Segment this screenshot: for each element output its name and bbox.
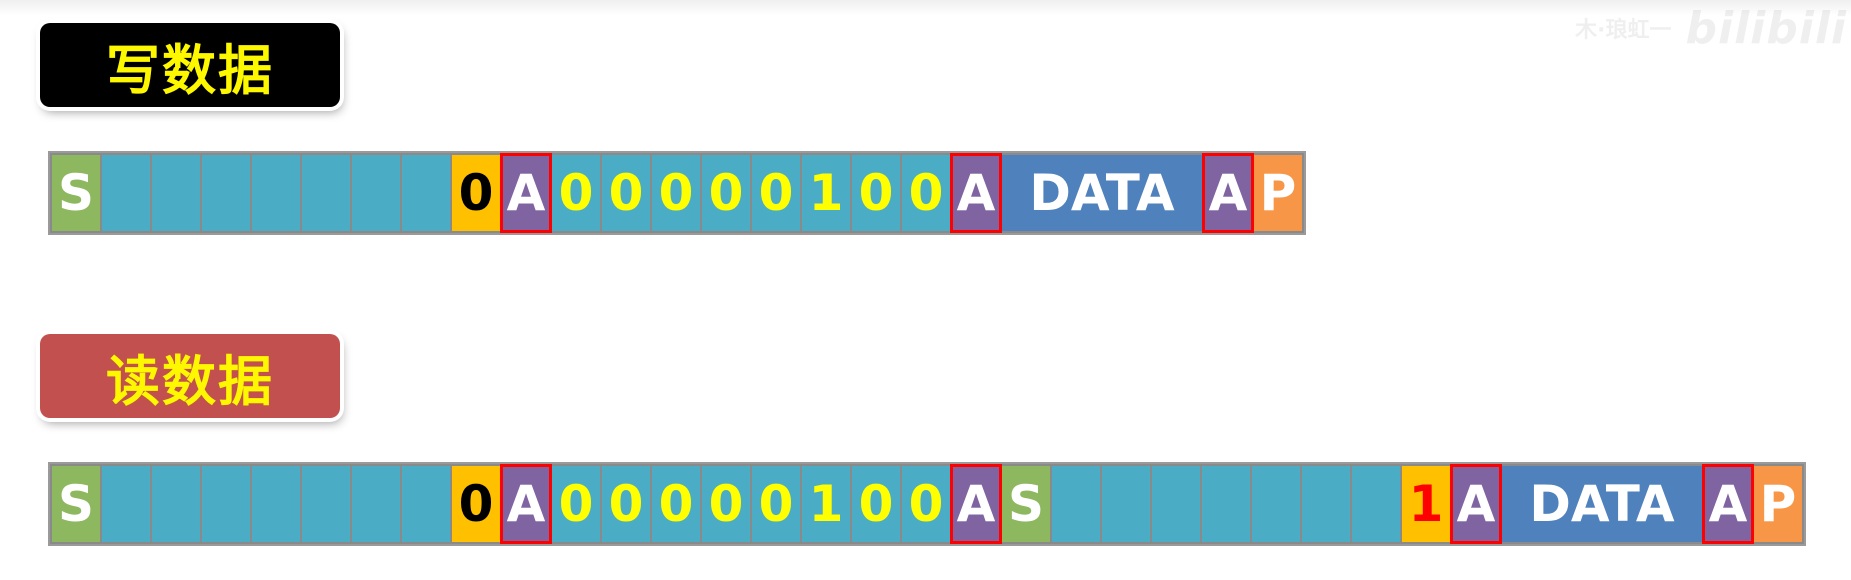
rw-bit-cell: 1 <box>1400 464 1452 544</box>
bit-cell <box>1200 464 1252 544</box>
bit-cell: 0 <box>900 464 952 544</box>
ack-bit-cell: A <box>500 464 552 544</box>
bit-cell: 0 <box>650 464 702 544</box>
top-fade <box>0 0 1851 16</box>
bit-cell: 0 <box>900 153 952 233</box>
bit-cell <box>200 464 252 544</box>
rw-bit-cell: 0 <box>450 153 502 233</box>
read-data-title: 读数据 <box>40 334 340 418</box>
data-cell: DATA <box>1500 464 1704 544</box>
bit-cell: 0 <box>550 153 602 233</box>
ack-bit-cell: A <box>950 464 1002 544</box>
ack-bit-cell: A <box>1450 464 1502 544</box>
bit-cell <box>150 153 202 233</box>
bit-cell <box>350 153 402 233</box>
data-cell: DATA <box>1000 153 1204 233</box>
rw-bit-cell: 0 <box>450 464 502 544</box>
ack-bit-cell: A <box>1202 153 1254 233</box>
bit-cell: 0 <box>750 464 802 544</box>
bit-cell: 1 <box>800 153 852 233</box>
bit-cell <box>1300 464 1352 544</box>
bit-cell <box>250 153 302 233</box>
bit-cell <box>1250 464 1302 544</box>
bit-cell: 0 <box>550 464 602 544</box>
stop-bit-cell: P <box>1752 464 1804 544</box>
bit-cell <box>400 153 452 233</box>
bit-cell <box>100 153 152 233</box>
watermark-author: 木·琅虹一 <box>1575 18 1672 43</box>
stop-bit-cell: P <box>1252 153 1304 233</box>
ack-bit-cell: A <box>1702 464 1754 544</box>
write-frame-row: S 0 A 0 0 0 0 0 1 0 0 A DATA A P <box>48 151 1306 235</box>
bit-cell: 0 <box>600 153 652 233</box>
read-frame-row: S 0 A 0 0 0 0 0 1 0 0 A S 1 A DATA A P <box>48 462 1806 546</box>
bit-cell: 0 <box>650 153 702 233</box>
bit-cell: 0 <box>850 153 902 233</box>
bit-cell <box>300 464 352 544</box>
bit-cell <box>250 464 302 544</box>
bit-cell <box>1150 464 1202 544</box>
start-bit-cell: S <box>50 464 102 544</box>
bit-cell <box>350 464 402 544</box>
bit-cell: 1 <box>800 464 852 544</box>
bilibili-logo: bilibili <box>1685 2 1847 54</box>
start-bit-cell: S <box>50 153 102 233</box>
bit-cell <box>100 464 152 544</box>
bit-cell <box>1050 464 1102 544</box>
bit-cell: 0 <box>700 153 752 233</box>
bit-cell: 0 <box>850 464 902 544</box>
bit-cell <box>200 153 252 233</box>
bit-cell: 0 <box>700 464 752 544</box>
bit-cell <box>150 464 202 544</box>
bit-cell <box>300 153 352 233</box>
write-data-title: 写数据 <box>40 23 340 107</box>
bit-cell <box>1350 464 1402 544</box>
bit-cell: 0 <box>600 464 652 544</box>
bit-cell <box>1100 464 1152 544</box>
start-bit-cell: S <box>1000 464 1052 544</box>
bit-cell: 0 <box>750 153 802 233</box>
watermark: 木·琅虹一 bilibili <box>1575 3 1847 54</box>
bit-cell <box>400 464 452 544</box>
ack-bit-cell: A <box>950 153 1002 233</box>
ack-bit-cell: A <box>500 153 552 233</box>
